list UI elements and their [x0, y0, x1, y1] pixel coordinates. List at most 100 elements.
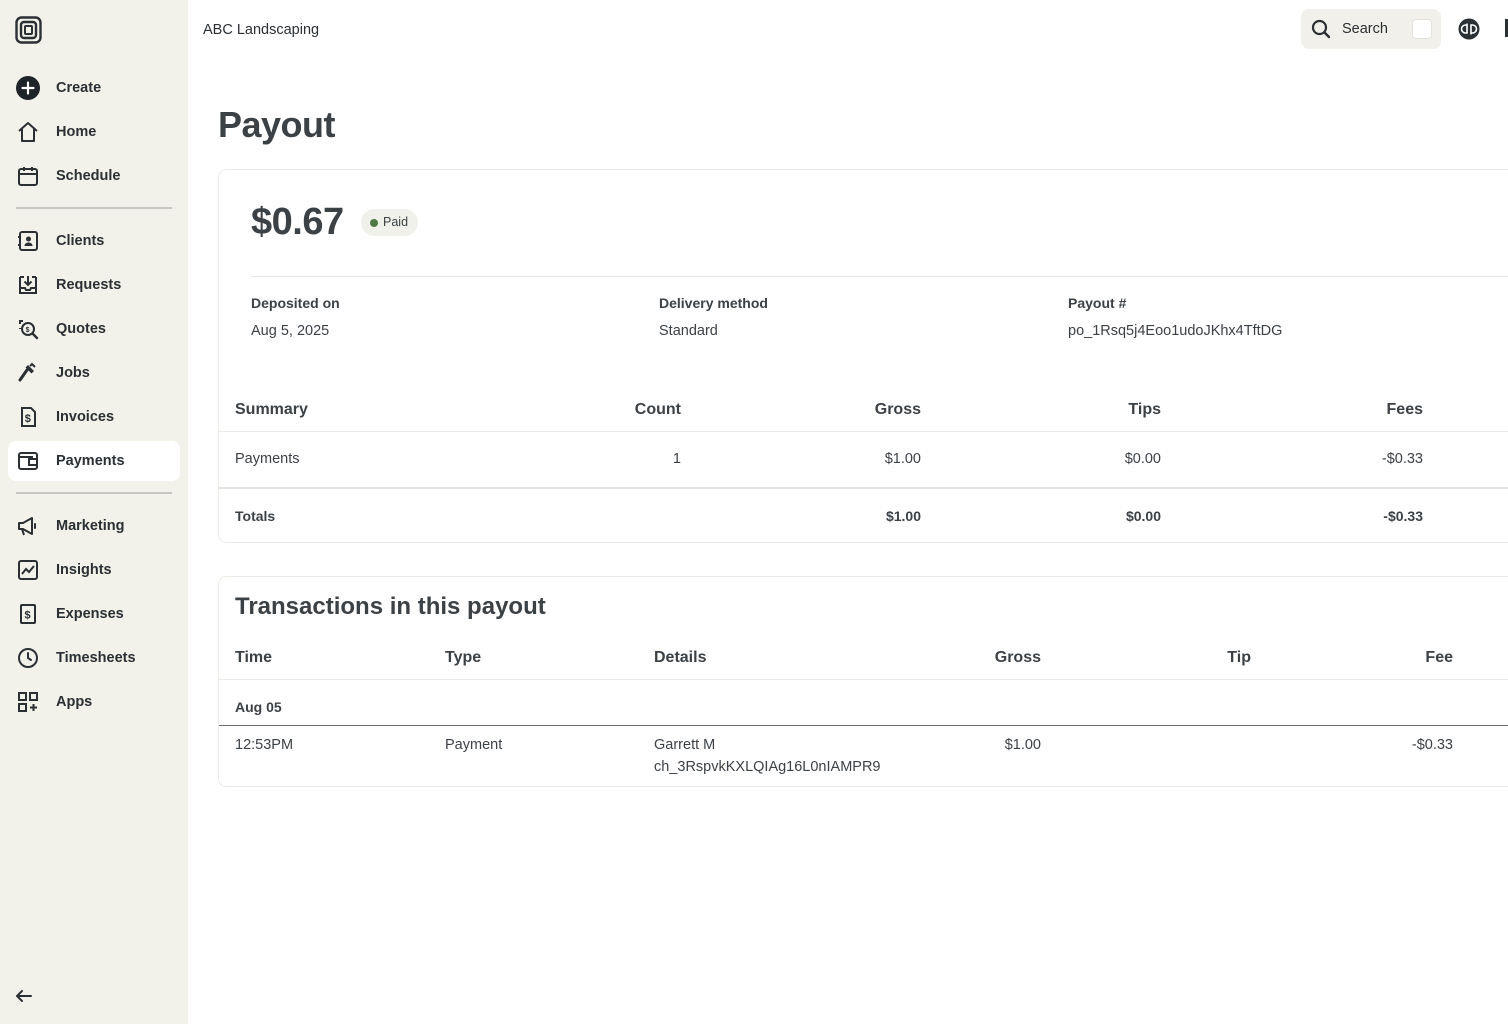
tips-header[interactable]: Tips: [1061, 401, 1161, 419]
sidebar-item-label: Payments: [56, 453, 125, 469]
sidebar-item-label: Schedule: [56, 168, 121, 184]
sidebar-item-schedule[interactable]: Schedule: [8, 156, 180, 196]
sidebar-item-quotes[interactable]: $ Quotes: [8, 309, 180, 349]
sidebar-item-home[interactable]: Home: [8, 112, 180, 152]
search-label: Search: [1342, 21, 1388, 37]
deposited-on-label: Deposited on: [251, 295, 340, 311]
app-logo-icon[interactable]: [15, 16, 42, 44]
contact-card-icon: [18, 231, 38, 251]
sidebar-item-timesheets[interactable]: Timesheets: [8, 638, 180, 678]
sidebar-item-jobs[interactable]: Jobs: [8, 353, 180, 393]
row-divider: [219, 431, 1508, 432]
home-icon: [18, 122, 38, 142]
wallet-icon: [18, 452, 38, 470]
summary-row-fees: -$0.33: [1381, 451, 1423, 467]
sidebar-divider: [16, 207, 172, 209]
summary-row-tips: $0.00: [1124, 451, 1161, 467]
divider: [251, 276, 1508, 277]
transaction-client[interactable]: Garrett M: [654, 737, 715, 753]
page-title: Payout: [218, 104, 336, 145]
totals-tips: $0.00: [1125, 508, 1161, 524]
sidebar-item-invoices[interactable]: $ Invoices: [8, 397, 180, 437]
sidebar-item-expenses[interactable]: $ Expenses: [8, 594, 180, 634]
gross-header[interactable]: Gross: [821, 401, 921, 419]
svg-text:$: $: [25, 610, 31, 622]
group-divider: [219, 725, 1508, 726]
transaction-charge-id: ch_3RspvkKXLQIAg16L0nIAMPR9: [654, 759, 881, 775]
quote-search-icon: $: [19, 320, 39, 340]
sidebar-item-label: Quotes: [56, 321, 106, 337]
row-divider: [219, 487, 1508, 489]
transactions-title: Transactions in this payout: [235, 593, 546, 620]
payout-number-value: po_1Rsq5j4Eoo1udoJKhx4TftDG: [1068, 323, 1283, 339]
svg-text:$: $: [26, 327, 30, 334]
company-name: ABC Landscaping: [203, 22, 320, 38]
search-icon: [1311, 19, 1331, 39]
sidebar-item-label: Apps: [56, 694, 93, 710]
summary-row-label: Payments: [235, 451, 300, 467]
summary-header[interactable]: Summary: [235, 401, 308, 419]
payout-amount: $0.67: [251, 201, 344, 243]
delivery-method-value: Standard: [659, 323, 718, 339]
calendar-icon: [18, 167, 38, 186]
inbox-download-icon: [19, 276, 37, 294]
invoice-dollar-icon: $: [21, 407, 36, 427]
plus-circle-icon: [16, 76, 40, 100]
sidebar-item-insights[interactable]: Insights: [8, 550, 180, 590]
gross-header[interactable]: Gross: [941, 649, 1041, 667]
sidebar-item-apps[interactable]: Apps: [8, 682, 180, 722]
sidebar-item-requests[interactable]: Requests: [8, 265, 180, 305]
payout-number-label: Payout #: [1068, 295, 1127, 311]
summary-row-count: 1: [672, 451, 681, 467]
time-header[interactable]: Time: [235, 649, 272, 667]
totals-fees: -$0.33: [1383, 508, 1423, 524]
sidebar-item-label: Invoices: [56, 409, 115, 425]
sidebar: Create Home Schedule Clients Requests $ …: [0, 0, 188, 1024]
status-badge: Paid: [361, 209, 419, 236]
transaction-gross: $1.00: [1004, 737, 1041, 753]
deposited-on-value: Aug 5, 2025: [251, 323, 330, 339]
delivery-method-label: Delivery method: [659, 295, 768, 311]
sidebar-divider: [16, 492, 172, 494]
sidebar-item-label: Create: [56, 80, 102, 96]
sidebar-item-marketing[interactable]: Marketing: [8, 506, 180, 546]
sidebar-item-label: Timesheets: [56, 650, 136, 666]
row-divider: [219, 679, 1508, 680]
sidebar-item-label: Jobs: [56, 365, 90, 381]
fee-header[interactable]: Fee: [1353, 649, 1453, 667]
sidebar-item-label: Expenses: [56, 606, 124, 622]
sidebar-item-label: Insights: [56, 562, 112, 578]
sidebar-item-label: Requests: [56, 277, 122, 293]
fees-header[interactable]: Fees: [1323, 401, 1423, 419]
transaction-fee: -$0.33: [1411, 737, 1453, 753]
sidebar-item-label: Marketing: [56, 518, 125, 534]
count-header[interactable]: Count: [581, 401, 681, 419]
transaction-time: 12:53PM: [235, 737, 294, 753]
details-header[interactable]: Details: [654, 649, 706, 667]
quickbooks-icon[interactable]: [1458, 18, 1480, 40]
sidebar-item-create[interactable]: Create: [8, 68, 180, 108]
megaphone-icon: [18, 517, 36, 536]
svg-text:$: $: [25, 413, 31, 425]
tip-header[interactable]: Tip: [1151, 649, 1251, 667]
date-group-label: Aug 05: [235, 699, 282, 715]
apps-grid-icon: [18, 692, 38, 712]
totals-gross: $1.00: [885, 508, 921, 524]
chart-trend-icon: [18, 560, 38, 580]
hammer-icon: [18, 362, 36, 382]
sidebar-item-label: Home: [56, 124, 97, 140]
arrow-left-icon[interactable]: [14, 986, 34, 1006]
totals-label: Totals: [235, 508, 276, 524]
search-button[interactable]: Search: [1301, 9, 1441, 49]
status-badge-label: Paid: [383, 215, 409, 229]
transaction-type: Payment: [445, 737, 503, 753]
type-header[interactable]: Type: [445, 649, 481, 667]
keyboard-shortcut-badge: [1412, 19, 1432, 39]
receipt-dollar-icon: $: [20, 604, 36, 624]
sidebar-item-clients[interactable]: Clients: [8, 221, 180, 261]
sidebar-item-payments[interactable]: Payments: [8, 441, 180, 481]
sidebar-item-label: Clients: [56, 233, 105, 249]
summary-row-gross: $1.00: [884, 451, 921, 467]
clock-icon: [18, 648, 38, 668]
status-dot-icon: [370, 219, 378, 227]
